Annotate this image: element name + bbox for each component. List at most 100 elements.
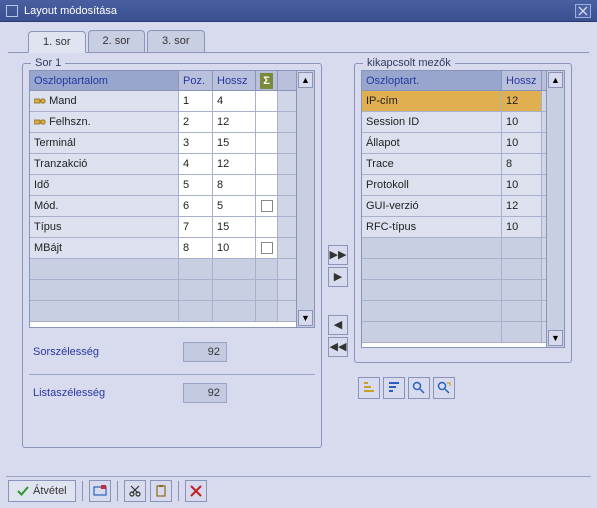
cell-len[interactable]: 10 <box>213 238 256 258</box>
cell-name <box>362 238 502 258</box>
tab-3[interactable]: 3. sor <box>147 30 205 52</box>
table-row[interactable]: RFC-típus10 <box>362 217 546 238</box>
cell-pos[interactable]: 5 <box>179 175 213 195</box>
cell-name: Idő <box>30 175 179 195</box>
cell-name: Session ID <box>362 112 502 132</box>
move-right-all-button[interactable]: ▶▶ <box>328 245 348 265</box>
cell-pos[interactable]: 6 <box>179 196 213 216</box>
right-toolbar <box>358 377 572 399</box>
cell-len[interactable]: 12 <box>213 154 256 174</box>
right-grid[interactable]: Oszloptart. Hossz IP-cím12Session ID10Ál… <box>361 70 547 348</box>
col-pos[interactable]: Poz. <box>179 71 213 90</box>
window-title: Layout módosítása <box>24 5 117 17</box>
find-next-button[interactable] <box>433 377 455 399</box>
delete-button[interactable] <box>185 480 207 502</box>
cell-pos[interactable]: 7 <box>179 217 213 237</box>
left-scrollbar[interactable]: ▲ ▼ <box>297 70 315 328</box>
table-row[interactable]: Típus715 <box>30 217 296 238</box>
accept-button[interactable]: Átvétel <box>8 480 76 502</box>
table-row[interactable]: Session ID10 <box>362 112 546 133</box>
col-len-r[interactable]: Hossz <box>502 71 542 90</box>
scroll-down-icon[interactable]: ▼ <box>298 310 313 326</box>
move-right-button[interactable]: ▶ <box>328 267 348 287</box>
table-row <box>362 280 546 301</box>
cell-len[interactable]: 15 <box>213 217 256 237</box>
cell-sum <box>256 259 278 279</box>
cell-len[interactable]: 5 <box>213 196 256 216</box>
scroll-down-icon[interactable]: ▼ <box>548 330 563 346</box>
checkbox[interactable] <box>261 242 273 254</box>
cell-len <box>213 280 256 300</box>
paste-button[interactable] <box>150 480 172 502</box>
cell-name: Állapot <box>362 133 502 153</box>
sort-asc-button[interactable] <box>358 377 380 399</box>
move-left-all-button[interactable]: ◀◀ <box>328 337 348 357</box>
cell-len[interactable]: 8 <box>213 175 256 195</box>
hidden-fields-group: kikapcsolt mezők Oszloptart. Hossz IP-cí… <box>354 63 572 363</box>
table-row[interactable]: Tranzakció412 <box>30 154 296 175</box>
table-row <box>362 301 546 322</box>
cell-pos[interactable]: 2 <box>179 112 213 132</box>
table-row <box>362 238 546 259</box>
cell-name: Típus <box>30 217 179 237</box>
cell-name: Terminál <box>30 133 179 153</box>
checkbox[interactable] <box>261 200 273 212</box>
cell-sum <box>256 91 278 111</box>
col-len[interactable]: Hossz <box>213 71 256 90</box>
sigma-icon: Σ <box>260 73 273 89</box>
scroll-up-icon[interactable]: ▲ <box>548 72 563 88</box>
table-row[interactable]: Trace8 <box>362 154 546 175</box>
cell-len[interactable]: 12 <box>213 112 256 132</box>
table-row[interactable]: Idő58 <box>30 175 296 196</box>
cell-name <box>362 301 502 321</box>
cell-pos[interactable]: 3 <box>179 133 213 153</box>
cell-sum <box>256 175 278 195</box>
table-row[interactable]: Felhszn.212 <box>30 112 296 133</box>
close-button[interactable] <box>575 4 591 18</box>
right-group-title: kikapcsolt mezők <box>363 57 455 69</box>
tab-1[interactable]: 1. sor <box>28 31 86 53</box>
sort-desc-button[interactable] <box>383 377 405 399</box>
col-content-r[interactable]: Oszloptart. <box>362 71 502 90</box>
move-left-button[interactable]: ◀ <box>328 315 348 335</box>
cell-len <box>502 280 542 300</box>
cell-sum[interactable] <box>256 196 278 216</box>
cell-name <box>30 280 179 300</box>
table-row[interactable]: Protokoll10 <box>362 175 546 196</box>
tab-2[interactable]: 2. sor <box>88 30 146 52</box>
table-row[interactable]: Mand14 <box>30 91 296 112</box>
cell-len <box>502 301 542 321</box>
col-sum[interactable]: Σ <box>256 71 278 90</box>
scroll-up-icon[interactable]: ▲ <box>298 72 313 88</box>
table-row[interactable]: IP-cím12 <box>362 91 546 112</box>
table-row[interactable]: GUI-verzió12 <box>362 196 546 217</box>
table-row[interactable]: Terminál315 <box>30 133 296 154</box>
cell-len <box>213 301 256 321</box>
find-button[interactable] <box>408 377 430 399</box>
table-row[interactable]: Állapot10 <box>362 133 546 154</box>
cell-pos[interactable]: 4 <box>179 154 213 174</box>
cell-len[interactable]: 4 <box>213 91 256 111</box>
cell-name <box>30 259 179 279</box>
cell-len: 12 <box>502 196 542 216</box>
table-row[interactable]: MBájt810 <box>30 238 296 259</box>
right-scrollbar[interactable]: ▲ ▼ <box>547 70 565 348</box>
left-grid[interactable]: Oszloptartalom Poz. Hossz Σ Mand14 Felhs… <box>29 70 297 328</box>
cell-name: Tranzakció <box>30 154 179 174</box>
cell-len: 12 <box>502 91 542 111</box>
cell-name: Felhszn. <box>30 112 179 132</box>
table-row[interactable]: Mód.65 <box>30 196 296 217</box>
cell-len <box>502 259 542 279</box>
cell-pos[interactable]: 8 <box>179 238 213 258</box>
tool-button-1[interactable] <box>89 480 111 502</box>
cell-sum[interactable] <box>256 238 278 258</box>
col-content[interactable]: Oszloptartalom <box>30 71 179 90</box>
cut-button[interactable] <box>124 480 146 502</box>
cell-pos[interactable]: 1 <box>179 91 213 111</box>
tab-bar: 1. sor 2. sor 3. sor <box>0 22 597 52</box>
cell-len: 10 <box>502 175 542 195</box>
cell-pos <box>179 301 213 321</box>
clipboard-icon <box>154 484 168 498</box>
cell-len[interactable]: 15 <box>213 133 256 153</box>
accept-label: Átvétel <box>33 485 67 497</box>
